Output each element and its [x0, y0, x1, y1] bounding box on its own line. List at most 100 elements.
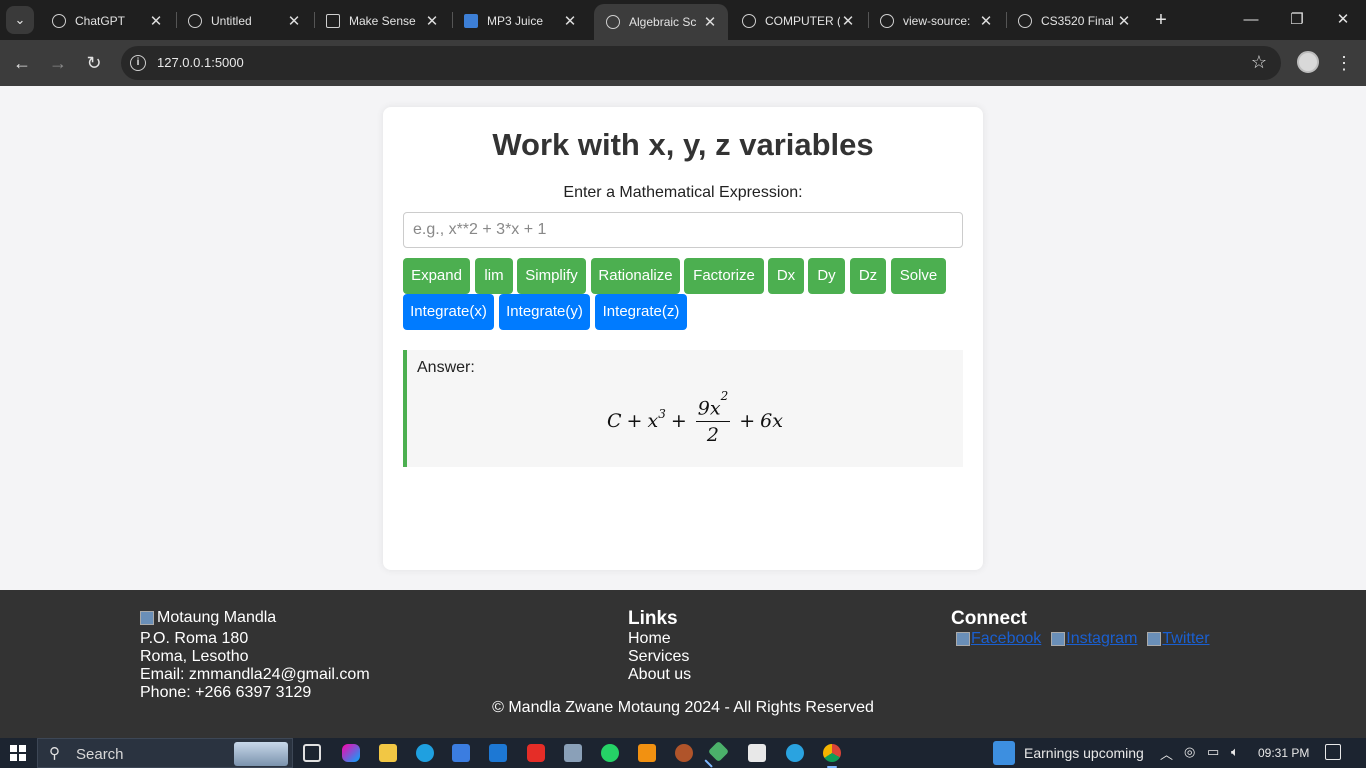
tab-untitled[interactable]: Untitled ✕	[176, 6, 312, 36]
math-fraction: 9x2 2	[695, 389, 731, 446]
integrate-x-button[interactable]: Integrate(x)	[403, 294, 494, 330]
math-operator: +	[626, 410, 643, 433]
site-footer: Motaung Mandla P.O. Roma 180 Roma, Lesot…	[0, 590, 1366, 738]
tab-chatgpt[interactable]: ChatGPT ✕	[40, 6, 174, 36]
minimize-icon[interactable]: —	[1236, 8, 1266, 32]
tab-make-sense[interactable]: Make Sense ✕	[314, 6, 450, 36]
copilot-icon[interactable]	[342, 744, 360, 762]
word-pad-icon[interactable]	[748, 744, 766, 762]
app-icon[interactable]	[675, 744, 693, 762]
math-operator: +	[739, 410, 756, 433]
battery-icon[interactable]: ▭	[1207, 744, 1219, 760]
close-tab-icon[interactable]: ✕	[424, 12, 440, 30]
tab-view-source[interactable]: view-source: ✕	[868, 6, 1004, 36]
reload-icon[interactable]: ↻	[82, 51, 106, 75]
address-line: Roma, Lesotho	[140, 648, 249, 665]
rationalize-button[interactable]: Rationalize	[591, 258, 680, 294]
restore-icon[interactable]: ❐	[1282, 8, 1312, 32]
browser-toolbar: ← → ↻ i 127.0.0.1:5000 ☆ ⋮	[0, 40, 1366, 86]
media-player-icon[interactable]	[638, 744, 656, 762]
tray-overflow-icon[interactable]: ︿	[1160, 744, 1173, 763]
factorize-button[interactable]: Factorize	[684, 258, 764, 294]
browser-tab-strip: ⌄ ChatGPT ✕ Untitled ✕ Make Sense ✕ MP3 …	[0, 0, 1366, 40]
tab-mp3-juice[interactable]: MP3 Juice ✕	[452, 6, 588, 36]
broken-image-icon	[1051, 632, 1066, 646]
calculator-card: Work with x, y, z variables Enter a Math…	[383, 107, 983, 570]
mail-icon[interactable]	[489, 744, 507, 762]
telegram-icon[interactable]	[786, 744, 804, 762]
url-text[interactable]: 127.0.0.1:5000	[157, 55, 244, 70]
file-explorer-icon[interactable]	[379, 744, 397, 762]
browser-menu-icon[interactable]: ⋮	[1335, 50, 1353, 76]
math-term: C	[607, 410, 622, 433]
download-icon	[464, 14, 478, 28]
close-tab-icon[interactable]: ✕	[148, 12, 164, 30]
fraction-numerator: 9x2	[695, 389, 731, 423]
window-close-icon[interactable]: ✕	[1328, 8, 1358, 32]
address-bar[interactable]: i 127.0.0.1:5000 ☆	[121, 46, 1281, 80]
task-view-icon[interactable]	[303, 744, 321, 762]
bookmark-star-icon[interactable]: ☆	[1251, 52, 1267, 73]
contact-column: Motaung Mandla P.O. Roma 180 Roma, Lesot…	[140, 609, 370, 702]
facebook-link[interactable]: Facebook	[956, 630, 1041, 648]
news-widget-text[interactable]: Earnings upcoming	[1024, 745, 1144, 761]
address-line: P.O. Roma 180	[140, 630, 249, 647]
close-tab-icon[interactable]: ✕	[840, 12, 856, 30]
news-widget-icon[interactable]	[993, 741, 1015, 765]
notification-center-icon[interactable]	[1325, 744, 1341, 760]
footer-link-home[interactable]: Home	[628, 630, 691, 648]
edge-icon[interactable]	[416, 744, 434, 762]
taskbar-search-box[interactable]: ⚲ Search	[37, 738, 293, 768]
twitter-link[interactable]: Twitter	[1147, 630, 1210, 648]
solve-button[interactable]: Solve	[891, 258, 946, 294]
close-tab-icon[interactable]: ✕	[978, 12, 994, 30]
volume-icon[interactable]: 🔈︎	[1231, 744, 1239, 760]
simplify-button[interactable]: Simplify	[517, 258, 586, 294]
expression-input[interactable]	[403, 212, 963, 248]
logo-alt-text: Motaung Mandla	[157, 609, 277, 626]
facebook-label: Facebook	[971, 630, 1042, 647]
footer-link-about[interactable]: About us	[628, 666, 691, 684]
tab-search-chevron-icon[interactable]: ⌄	[6, 6, 34, 34]
tab-algebraic-solver[interactable]: Algebraic Sc ✕	[594, 4, 728, 40]
globe-icon	[606, 15, 620, 29]
close-tab-icon[interactable]: ✕	[1116, 12, 1132, 30]
site-info-icon[interactable]: i	[130, 55, 146, 71]
tab-computer[interactable]: COMPUTER ( ✕	[730, 6, 866, 36]
whatsapp-icon[interactable]	[601, 744, 619, 762]
meet-now-icon[interactable]: ◎	[1184, 744, 1195, 760]
footer-link-services[interactable]: Services	[628, 648, 691, 666]
clock-time[interactable]: 09:31 PM	[1258, 746, 1309, 760]
globe-icon	[742, 14, 756, 28]
dy-button[interactable]: Dy	[808, 258, 845, 294]
profile-avatar[interactable]	[1297, 51, 1319, 73]
photos-icon[interactable]	[564, 744, 582, 762]
limit-button[interactable]: lim	[475, 258, 513, 294]
tab-cs3520-final[interactable]: CS3520 Final ✕	[1006, 6, 1142, 36]
close-tab-icon[interactable]: ✕	[562, 12, 578, 30]
tab-title: ChatGPT	[75, 14, 126, 28]
expand-button[interactable]: Expand	[403, 258, 470, 294]
forward-arrow-icon[interactable]: →	[46, 51, 70, 75]
back-arrow-icon[interactable]: ←	[10, 51, 34, 75]
new-tab-button[interactable]: +	[1150, 8, 1172, 32]
instagram-link[interactable]: Instagram	[1051, 630, 1137, 648]
page-body: Work with x, y, z variables Enter a Math…	[0, 86, 1366, 590]
copyright-text: © Mandla Zwane Motaung 2024 - All Rights…	[492, 699, 874, 716]
integrate-y-button[interactable]: Integrate(y)	[499, 294, 590, 330]
youtube-icon[interactable]	[527, 744, 545, 762]
windows-start-icon[interactable]	[10, 745, 26, 761]
globe-icon	[1018, 14, 1032, 28]
close-tab-icon[interactable]: ✕	[702, 13, 718, 31]
chrome-icon[interactable]	[823, 744, 841, 768]
close-tab-icon[interactable]: ✕	[286, 12, 302, 30]
git-icon[interactable]	[707, 740, 730, 763]
broken-image-icon	[140, 611, 154, 625]
tab-title: view-source:	[903, 14, 971, 28]
integrate-z-button[interactable]: Integrate(z)	[595, 294, 687, 330]
expression-label: Enter a Mathematical Expression:	[563, 184, 803, 201]
math-term: 6x	[760, 410, 783, 433]
dz-button[interactable]: Dz	[850, 258, 886, 294]
dx-button[interactable]: Dx	[768, 258, 804, 294]
store-icon[interactable]	[452, 744, 470, 762]
